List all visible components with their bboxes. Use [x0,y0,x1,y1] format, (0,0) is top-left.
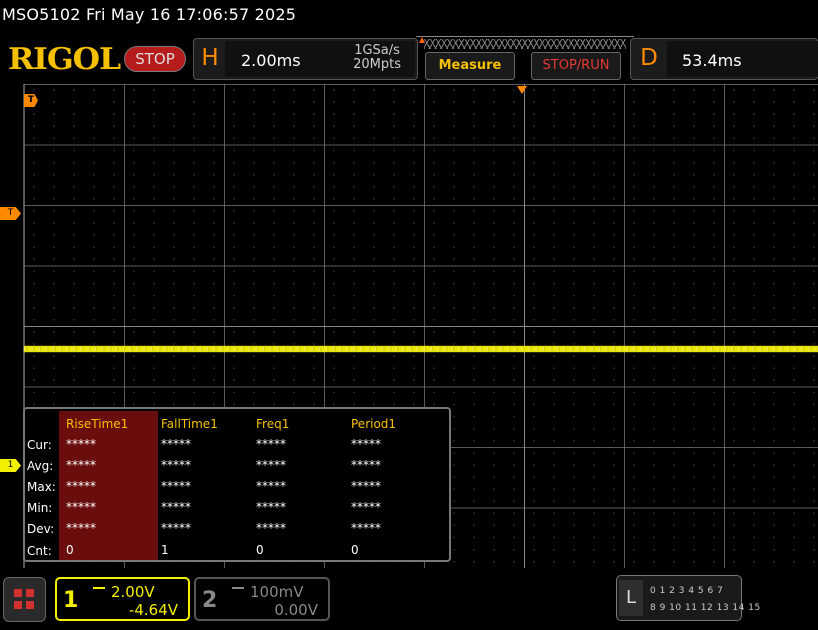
memory-position-icon [419,37,425,43]
channel1-settings[interactable]: 1 2.00V -4.64V [55,577,190,621]
table-cell: ***** [256,437,286,451]
home-menu-square [14,601,22,609]
table-cell: ***** [351,521,381,535]
rigol-logo: RIGOL [8,42,121,77]
row-label-avg: Avg: [27,459,54,473]
table-cell: ***** [351,437,381,451]
channel2-settings[interactable]: 2 100mV 0.00V [194,577,330,621]
home-menu-icon[interactable] [3,577,46,622]
title-bar: MSO5102 Fri May 16 17:06:57 2025 [0,0,818,34]
table-cell: ***** [66,479,96,493]
table-cell: ***** [66,437,96,451]
table-cell: 1 [161,543,169,557]
channel1-offset: -4.64V [128,601,178,619]
table-cell: ***** [351,500,381,514]
delay-letter: D [640,45,658,71]
table-cell: ***** [161,479,191,493]
column-header-risetime[interactable]: RiseTime1 [66,417,128,431]
row-label-dev: Dev: [27,522,55,536]
channel2-number: 2 [202,588,218,613]
table-cell: 0 [256,543,264,557]
trigger-position-icon[interactable] [517,86,527,94]
row-label-min: Min: [27,501,53,515]
table-cell: ***** [256,479,286,493]
delay-value: 53.4ms [682,51,742,70]
channel1-number: 1 [63,588,79,613]
stop-run-button[interactable]: STOP/RUN [531,52,621,80]
sample-rate-info: 1GSa/s 20Mpts [353,44,401,72]
table-cell: ***** [66,521,96,535]
delay-value-area: 53.4ms [667,41,818,77]
title-text: MSO5102 Fri May 16 17:06:57 2025 [2,5,297,24]
top-header: RIGOL STOP H 2.00ms 1GSa/s 20Mpts Measur… [0,34,818,84]
run-state-badge[interactable]: STOP [124,46,186,72]
table-cell: ***** [256,458,286,472]
table-cell: ***** [351,458,381,472]
table-cell: ***** [161,500,191,514]
delay-box[interactable]: D 53.4ms [630,38,818,80]
logic-channels-high: 8 9 10 11 12 13 14 15 [650,603,761,613]
measure-button[interactable]: Measure [425,52,515,80]
logic-channels-low: 0 1 2 3 4 5 6 7 [650,586,724,596]
bottom-status-bar: 1 2.00V -4.64V 2 100mV 0.00V L 0 1 2 3 4… [0,570,818,630]
channel1-scale: 2.00V [111,583,155,601]
table-cell: ***** [351,479,381,493]
channel1-offset-marker[interactable]: 1 [0,459,21,472]
channel2-scale: 100mV [250,583,304,601]
row-label-max: Max: [27,480,56,494]
table-cell: ***** [161,521,191,535]
row-label-cnt: Cnt: [27,544,52,558]
measurement-panel[interactable]: RiseTime1 FallTime1 Freq1 Period1 Cur: *… [23,407,451,562]
table-cell: ***** [256,500,286,514]
table-cell: 0 [351,543,359,557]
table-cell: ***** [66,500,96,514]
column-header-falltime[interactable]: FallTime1 [161,417,218,431]
dc-coupling-icon [232,587,244,593]
row-label-cur: Cur: [27,438,52,452]
trigger-level-marker[interactable]: T [0,207,21,220]
logic-letter: L [619,580,643,616]
dc-coupling-icon [93,587,105,593]
home-menu-square [26,589,34,597]
table-cell: ***** [161,458,191,472]
channel1-trace [24,346,818,352]
sample-rate: 1GSa/s [354,43,400,58]
table-cell: ***** [66,458,96,472]
table-cell: ***** [161,437,191,451]
memory-waveform-overview [416,36,634,50]
column-header-freq[interactable]: Freq1 [256,417,289,431]
horizontal-timebase-box[interactable]: H 2.00ms 1GSa/s 20Mpts [193,38,418,80]
horizontal-letter: H [201,45,219,71]
memory-waveform-pattern [424,39,626,49]
timebase-value: 2.00ms [241,51,301,70]
channel2-offset: 0.00V [274,601,318,619]
table-cell: ***** [256,521,286,535]
horizontal-value-area: 2.00ms 1GSa/s 20Mpts [225,41,415,77]
logic-analyzer-box[interactable]: L 0 1 2 3 4 5 6 7 8 9 10 11 12 13 14 15 [616,575,760,621]
column-header-period[interactable]: Period1 [351,417,396,431]
table-cell: 0 [66,543,74,557]
memory-depth: 20Mpts [353,57,401,72]
home-menu-square [26,601,34,609]
home-menu-square [14,589,22,597]
grid-center-horizontal [24,326,818,327]
